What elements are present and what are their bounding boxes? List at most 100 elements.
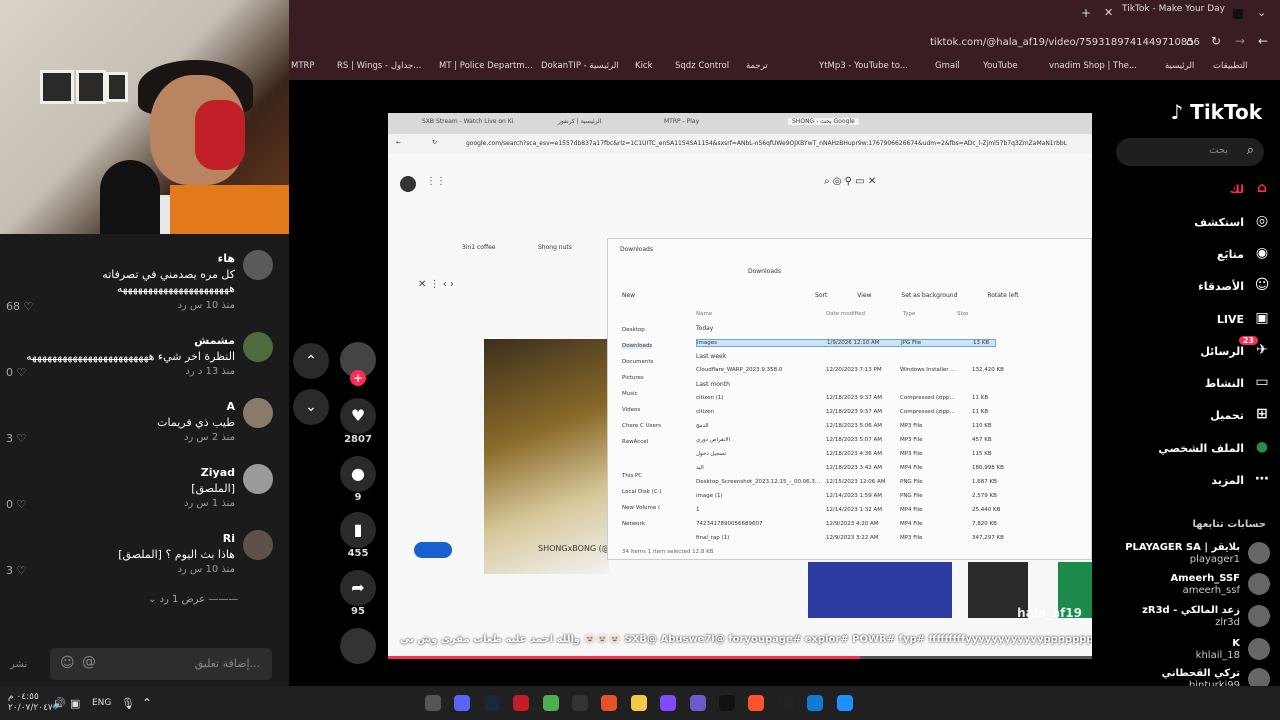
avatar[interactable] (243, 250, 273, 280)
app-icon[interactable] (690, 695, 706, 711)
bookmark-police[interactable]: MT | Police Departm... (439, 61, 533, 71)
home-icon[interactable]: ⌂ (1186, 34, 1194, 48)
bookmark-sqdz[interactable]: Sqdz Control (675, 61, 729, 71)
file-explorer-icon[interactable] (631, 695, 647, 711)
bookmark-icon[interactable]: ▮ (340, 512, 376, 548)
nav-more[interactable]: ⋯ المزيد (1112, 471, 1272, 493)
next-video-button[interactable]: ⌄ (293, 389, 329, 425)
nav-activity[interactable]: ▭ النشاط (1112, 374, 1272, 396)
volume-icon[interactable]: 🔊 (52, 697, 66, 710)
network-icon[interactable]: ▣ (70, 697, 80, 710)
chrome-icon[interactable] (543, 695, 559, 711)
post-button[interactable]: نشر (10, 659, 27, 670)
bookmark-translate[interactable]: ترجمة (746, 61, 768, 71)
nav-live[interactable]: ▣ LIVE (1112, 310, 1272, 332)
discord-icon[interactable] (454, 695, 470, 711)
comment-like-count[interactable]: 0 ♡ (6, 498, 26, 511)
search-input[interactable]: بحث ⌕ (1116, 138, 1264, 166)
music-disc[interactable] (336, 628, 380, 664)
share-button[interactable]: ➦ 95 (336, 570, 380, 617)
comment-author[interactable]: Ri (223, 532, 235, 545)
brave-icon[interactable] (748, 695, 764, 711)
video-progress-bar[interactable] (388, 656, 1092, 659)
tiktok-logo[interactable]: ♪ TikTok (1170, 100, 1262, 124)
bookmark-youtube[interactable]: YouTube (983, 61, 1018, 71)
comment-button[interactable]: ● 9 (336, 456, 380, 503)
avatar[interactable] (243, 398, 273, 428)
comment-meta[interactable]: منذ 13 د رد (185, 366, 235, 377)
creator-avatar[interactable]: + (336, 342, 380, 394)
app-icon[interactable] (601, 695, 617, 711)
avatar[interactable] (243, 464, 273, 494)
avatar[interactable] (243, 332, 273, 362)
microphone-icon[interactable]: 🎙 (121, 697, 135, 710)
heart-icon[interactable]: ♥ (340, 398, 376, 434)
nav-following[interactable]: ◉ متابَع (1112, 245, 1272, 267)
bookmark-dokantip[interactable]: DokanTIP - الرئيسية (541, 61, 619, 71)
comment-author[interactable]: Ziyad (201, 466, 235, 479)
comment-meta[interactable]: منذ 10 س رد (178, 300, 235, 311)
bookmark-apps[interactable]: التطبيقات (1213, 61, 1248, 71)
music-disc-icon[interactable] (340, 628, 376, 664)
back-icon[interactable]: ← (1258, 34, 1268, 48)
forward-icon[interactable]: → (1235, 34, 1245, 48)
comment-icon[interactable]: ● (340, 456, 376, 492)
search-icon[interactable]: ⌕ (1247, 143, 1254, 158)
save-button[interactable]: ▮ 455 (336, 512, 380, 559)
clock[interactable]: ٠٤:٥٥ م ٢٠/٠٧/٢٠٤٧ (8, 692, 53, 714)
like-button[interactable]: ♥ 2807 (336, 398, 380, 445)
tiktok-icon[interactable] (719, 695, 735, 711)
previous-video-button[interactable]: ⌃ (293, 343, 329, 379)
comment-meta[interactable]: منذ 10 س رد (178, 564, 235, 575)
following-account[interactable]: زعد المالكي - zR3d zlr3d (1120, 605, 1270, 631)
chevron-down-icon[interactable]: ⌄ (1257, 6, 1266, 19)
app-icon[interactable] (572, 695, 588, 711)
start-menu-icon[interactable] (837, 695, 853, 711)
nav-for-you[interactable]: ⌂ لك (1112, 180, 1272, 202)
view-replies-link[interactable]: ⌄ عرض 1 رد ——— (148, 594, 238, 605)
comment-meta[interactable]: منذ 1 س رد (184, 498, 235, 509)
app-icon[interactable] (660, 695, 676, 711)
nav-upload[interactable]: ⊞ تحميل (1112, 406, 1272, 428)
avatar[interactable] (243, 530, 273, 560)
language-indicator[interactable]: ENG (92, 698, 111, 708)
nav-friends[interactable]: ☺ الأصدقاء (1112, 277, 1272, 299)
tab-tiktok[interactable]: TikTok - Make Your Day (1122, 4, 1274, 24)
share-icon[interactable]: ➦ (340, 570, 376, 606)
comment-like-count[interactable]: 68 ♡ (6, 300, 33, 313)
avatar[interactable] (1248, 542, 1270, 564)
following-account[interactable]: Ameerh_SSF ameerh_ssf (1120, 573, 1270, 599)
comment-like-count[interactable]: 3 ♡ (6, 564, 26, 577)
mention-icon[interactable]: @ (82, 654, 96, 670)
follow-plus-icon[interactable]: + (350, 370, 366, 386)
obs-icon[interactable] (425, 695, 441, 711)
bookmark-ytmp3[interactable]: YtMp3 - YouTube to... (819, 61, 908, 71)
nav-profile[interactable]: ● الملف الشخصي (1112, 439, 1272, 461)
bookmark-kick[interactable]: Kick (635, 61, 653, 71)
bookmark-home[interactable]: الرئيسية (1165, 61, 1194, 71)
avatar[interactable] (1248, 668, 1270, 686)
store-icon[interactable] (807, 695, 823, 711)
chevron-up-icon[interactable]: ⌃ (142, 696, 152, 710)
avatar[interactable] (1248, 573, 1270, 595)
following-account[interactable]: Kkhlail_18 (1120, 638, 1270, 664)
following-account[interactable]: بلايقر | PLAYAGER SA playager1 (1120, 542, 1270, 568)
reload-icon[interactable]: ↻ (1211, 34, 1221, 48)
app-icon[interactable] (513, 695, 529, 711)
emoji-icon[interactable]: ☺ (60, 655, 75, 671)
avatar[interactable] (1248, 638, 1270, 660)
video-player[interactable]: SXB Stream - Watch Live on Ki الرئيسية |… (388, 113, 1092, 659)
nav-explore[interactable]: ◎ استكشف (1112, 213, 1272, 235)
bookmark-gmail[interactable]: Gmail (935, 61, 960, 71)
new-tab-icon[interactable]: + (1081, 6, 1091, 20)
bookmark-wings[interactable]: RS | Wings - جداول... (337, 61, 421, 71)
steam-icon[interactable] (484, 695, 500, 711)
comment-like-count[interactable]: 3 ♡ (6, 432, 26, 445)
comment-author[interactable]: مشمش (194, 334, 235, 347)
address-bar[interactable]: tiktok.com/@hala_af19/video/759318974144… (930, 37, 1200, 48)
app-icon[interactable] (778, 695, 794, 711)
bookmark-mtrp[interactable]: MTRP (291, 61, 315, 71)
following-account[interactable]: تركي القحطاني binturki99 (1120, 668, 1270, 686)
nav-messages[interactable]: ✈ 23 الرسائل (1112, 336, 1272, 364)
comment-author[interactable]: A (226, 400, 235, 413)
